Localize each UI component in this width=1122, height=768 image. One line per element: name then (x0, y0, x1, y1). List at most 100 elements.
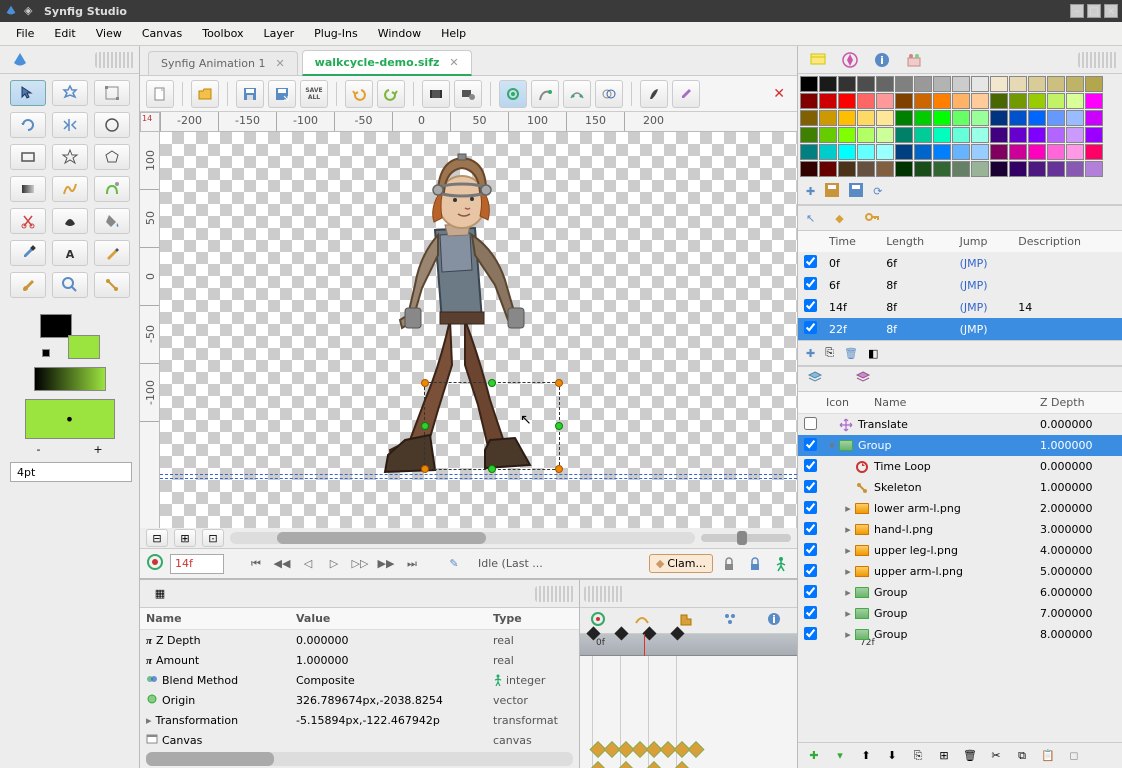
text-tool[interactable]: A (52, 240, 88, 266)
menu-plug-ins[interactable]: Plug-Ins (304, 23, 368, 44)
swatch[interactable] (1085, 76, 1103, 92)
delete-layer-button[interactable]: 🗑 (960, 747, 980, 765)
decrease-size-button[interactable]: - (36, 443, 40, 456)
params-tab-icon[interactable]: ▦ (150, 584, 170, 604)
expand-icon[interactable]: ▾ (826, 439, 838, 452)
swatch[interactable] (857, 127, 875, 143)
navigator-tab-icon[interactable] (840, 50, 860, 70)
rotate-tool[interactable] (10, 112, 46, 138)
gradient-tool[interactable] (10, 176, 46, 202)
render-button[interactable] (422, 80, 450, 108)
swatch[interactable] (1009, 144, 1027, 160)
swatch[interactable] (895, 127, 913, 143)
swatch[interactable] (1066, 144, 1084, 160)
swatch[interactable] (914, 144, 932, 160)
layer-row[interactable]: Translate0.000000 (798, 414, 1122, 435)
layer-row[interactable]: ▸lower arm-l.png2.000000 (798, 498, 1122, 519)
expand-icon[interactable]: ▸ (842, 523, 854, 536)
doc-tab[interactable]: walkcycle-demo.sifz✕ (302, 50, 472, 76)
add-swatch-button[interactable]: ✚ (806, 185, 815, 198)
save-button[interactable] (236, 80, 264, 108)
swatch[interactable] (1047, 110, 1065, 126)
swatch[interactable] (838, 93, 856, 109)
swatch[interactable] (971, 144, 989, 160)
swatch[interactable] (1066, 76, 1084, 92)
keyframe-checkbox[interactable] (804, 299, 817, 312)
layer-menu-button[interactable]: ▾ (830, 747, 850, 765)
swatch[interactable] (914, 161, 932, 177)
smooth-move-tool[interactable] (52, 80, 88, 106)
lock-past-button[interactable] (745, 554, 765, 574)
swatch[interactable] (952, 144, 970, 160)
swatch[interactable] (800, 93, 818, 109)
swatch[interactable] (971, 127, 989, 143)
delete-keyframe-button[interactable]: 🗑 (844, 347, 858, 360)
seek-start-button[interactable]: ⏮ (246, 554, 266, 574)
keyframe-list-icon[interactable]: ⊞ (174, 529, 196, 547)
selection-box[interactable] (424, 382, 560, 470)
swatch[interactable] (1085, 161, 1103, 177)
lower-layer-button[interactable]: ⬇ (882, 747, 902, 765)
swatch[interactable] (990, 93, 1008, 109)
layer-row[interactable]: ▸Group7.000000 (798, 603, 1122, 624)
polygon-tool[interactable] (94, 144, 130, 170)
params-scrollbar[interactable] (146, 752, 573, 766)
swatch[interactable] (1028, 93, 1046, 109)
panel-grip[interactable] (584, 586, 624, 602)
swatch[interactable] (876, 127, 894, 143)
swatch[interactable] (857, 93, 875, 109)
draw-tool[interactable] (94, 176, 130, 202)
expand-icon[interactable]: ▸ (842, 544, 854, 557)
keyframe-row[interactable]: 6f8f(JMP) (798, 274, 1122, 296)
swatch[interactable] (952, 93, 970, 109)
swatch[interactable] (895, 144, 913, 160)
seek-prev-kf-button[interactable]: ◀◀ (272, 554, 292, 574)
swatch[interactable] (990, 144, 1008, 160)
reset-palette-button[interactable]: ⟳ (873, 185, 882, 198)
close-button[interactable]: × (1104, 4, 1118, 18)
layer-visibility-checkbox[interactable] (804, 417, 817, 430)
layers-tab-icon[interactable] (806, 369, 824, 390)
width-tool[interactable] (52, 208, 88, 234)
save-as-button[interactable] (268, 80, 296, 108)
swatch[interactable] (800, 127, 818, 143)
skeleton-tool[interactable] (94, 272, 130, 298)
star-tool[interactable] (52, 144, 88, 170)
scale-tool[interactable] (94, 80, 130, 106)
layer-visibility-checkbox[interactable] (804, 564, 817, 577)
brush-preview[interactable]: • (25, 399, 115, 439)
expand-icon[interactable]: ▸ (842, 607, 854, 620)
seek-fwd-button[interactable]: ▷▷ (350, 554, 370, 574)
swatch[interactable] (800, 161, 818, 177)
menu-window[interactable]: Window (368, 23, 431, 44)
zoom-tool[interactable] (52, 272, 88, 298)
cut-layer-button[interactable]: ✂ (986, 747, 1006, 765)
swatch[interactable] (952, 76, 970, 92)
swatch[interactable] (838, 110, 856, 126)
expand-icon[interactable]: ▸ (842, 628, 854, 641)
swatch[interactable] (895, 76, 913, 92)
layer-row[interactable]: ▸upper leg-l.png4.000000 (798, 540, 1122, 561)
doc-tab[interactable]: Synfig Animation 1✕ (148, 51, 298, 75)
library-tab-icon[interactable] (904, 50, 924, 70)
swatch[interactable] (952, 110, 970, 126)
swatch[interactable] (876, 110, 894, 126)
menu-layer[interactable]: Layer (253, 23, 304, 44)
duplicate-layer-button[interactable]: ⎘ (908, 747, 928, 765)
swatch[interactable] (1009, 76, 1027, 92)
swatch[interactable] (1066, 161, 1084, 177)
children-icon[interactable] (722, 611, 738, 630)
swatch[interactable] (876, 161, 894, 177)
swatch[interactable] (1066, 93, 1084, 109)
lock-keyframes-button[interactable] (719, 554, 739, 574)
menu-file[interactable]: File (6, 23, 44, 44)
swatch[interactable] (1047, 93, 1065, 109)
animate-toggle-icon[interactable] (771, 554, 791, 574)
loop-button[interactable]: ✎ (444, 554, 464, 574)
swatch[interactable] (1047, 144, 1065, 160)
swatch[interactable] (1009, 127, 1027, 143)
swatch[interactable] (895, 110, 913, 126)
swatch[interactable] (1028, 161, 1046, 177)
spline-tool[interactable] (52, 176, 88, 202)
brush-tool[interactable] (10, 272, 46, 298)
